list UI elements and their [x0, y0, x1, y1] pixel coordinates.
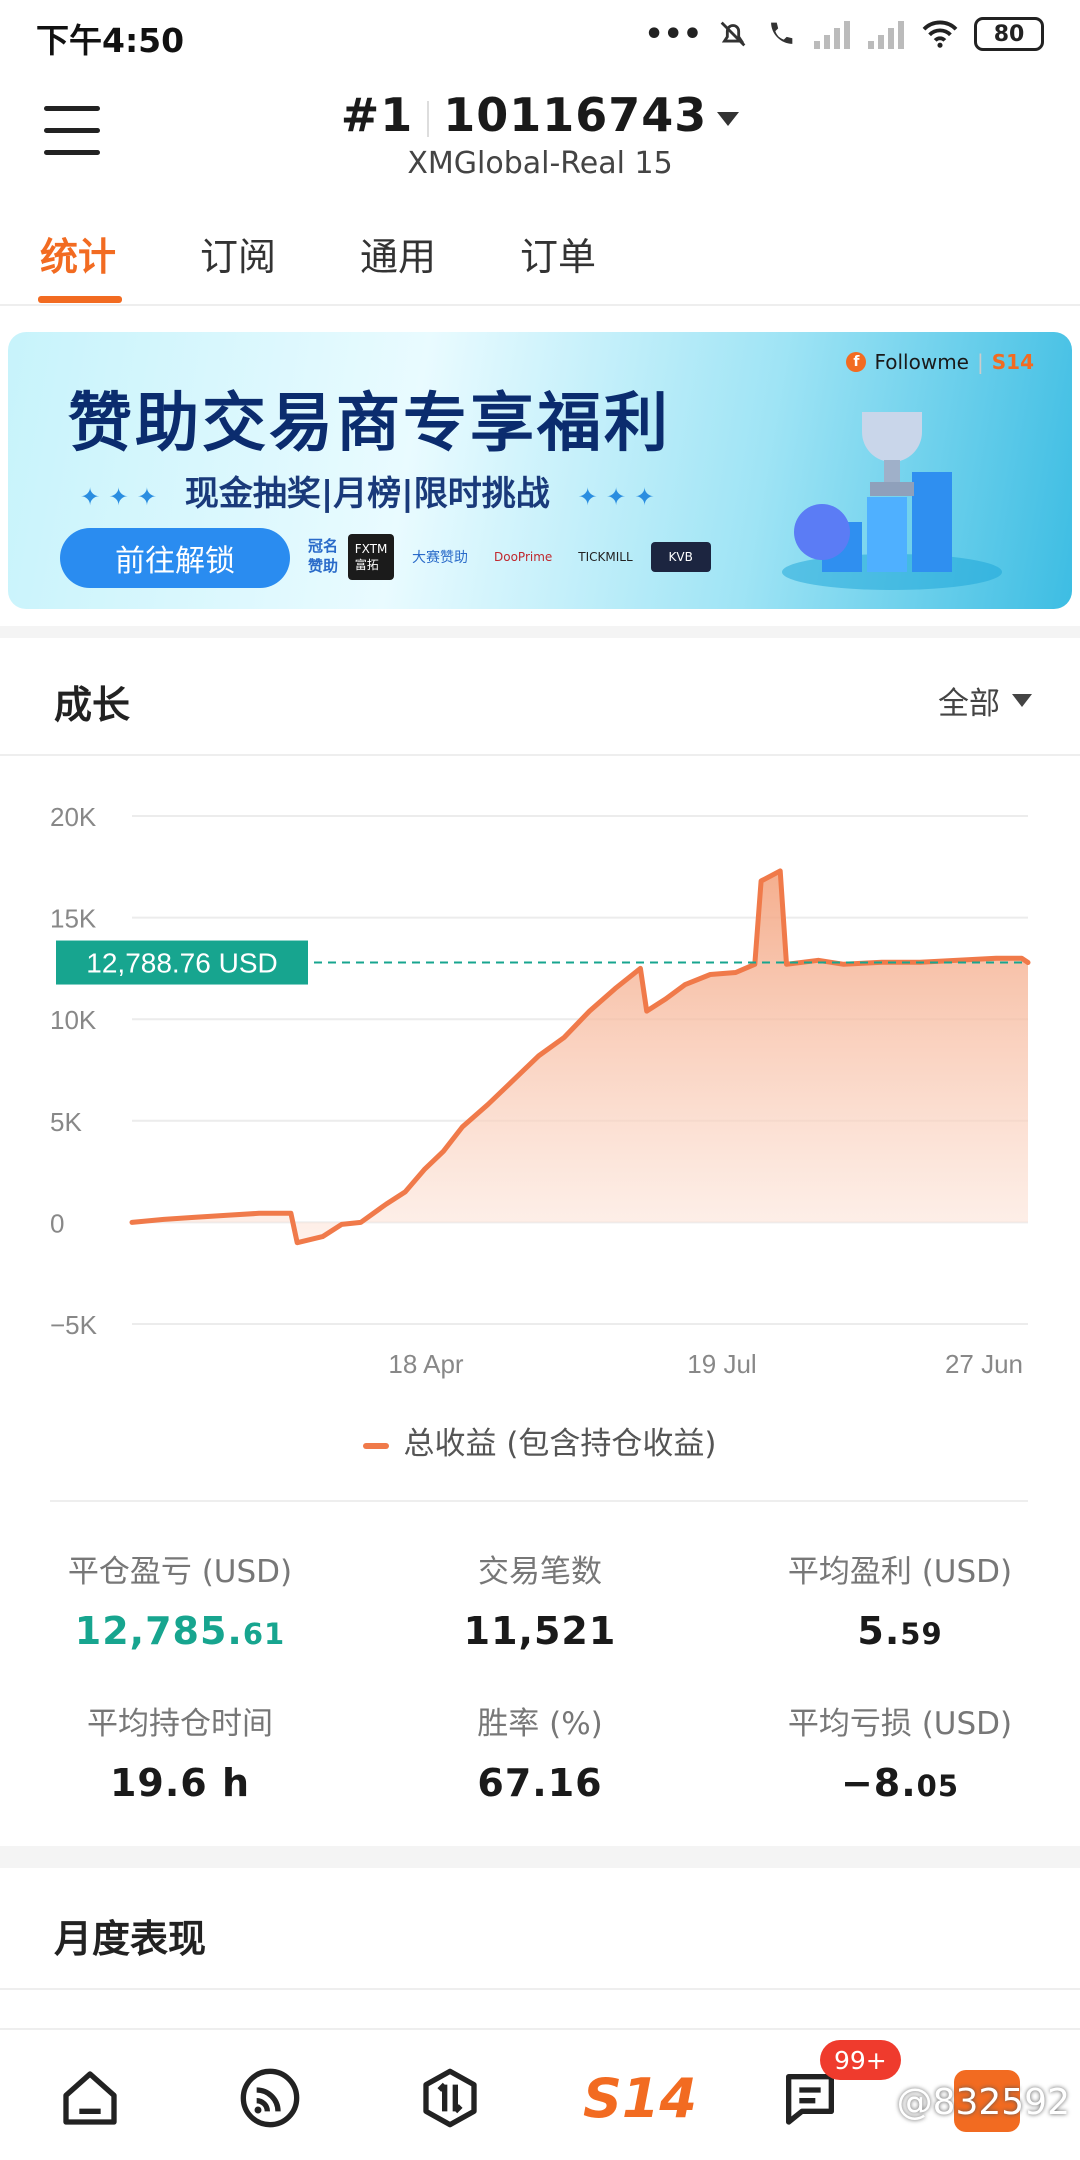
separator [427, 100, 430, 137]
chevron-down-icon [717, 111, 740, 126]
message-badge: 99+ [820, 2040, 901, 2080]
nav-s14[interactable]: S14 [580, 2058, 700, 2138]
stat-label: 交易笔数 [478, 1554, 602, 1590]
legend-swatch [363, 1442, 390, 1449]
stat-value: 67.16 [477, 1761, 603, 1805]
stat-value: −8.05 [840, 1761, 960, 1805]
growth-chart: 12,788.76 USD 20K 15K 10K 5K 0 −5K 18 Apr 19 Ju… [0, 770, 1080, 1470]
section-divider [0, 626, 1080, 638]
stats-divider [50, 1500, 1028, 1502]
tab-subscribe[interactable]: 订阅 [200, 226, 276, 281]
stat-label: 平仓盈亏 (USD) [67, 1554, 293, 1590]
stat-avg-loss: 平均亏损 (USD) −8.05 [720, 1698, 1080, 1805]
sponsor-label: 冠名 赞助 [308, 537, 339, 575]
series-area [132, 870, 1028, 1243]
chart-legend: 总收益 (包含持仓收益) [0, 1418, 1080, 1463]
sponsor-logo-contest: 大赛赞助 [412, 550, 468, 566]
x-tick-label: 19 Jul [687, 1349, 756, 1379]
sparkle-icon: ✦ ✦ ✦ [80, 483, 158, 511]
app-header: #1 10116743 XMGlobal-Real 15 [0, 68, 1080, 198]
active-tab-indicator [38, 296, 122, 303]
legend-label: 总收益 (包含持仓收益) [403, 1426, 717, 1462]
growth-filter-label: 全部 [938, 686, 1000, 722]
stat-label: 平均亏损 (USD) [787, 1706, 1013, 1742]
stat-avg-profit: 平均盈利 (USD) 5.59 [720, 1546, 1080, 1653]
home-icon [63, 2071, 117, 2125]
account-server: XMGlobal-Real 15 [407, 146, 673, 181]
bottom-nav: S14 99+ @832592 [0, 2028, 1080, 2160]
stat-value: 12,785.61 [74, 1609, 286, 1653]
account-rank: #1 [340, 88, 414, 142]
tab-statistics[interactable]: 统计 [40, 226, 116, 281]
signal-icon-2 [868, 21, 904, 49]
banner-brand: f Followme | S14 [846, 350, 1034, 374]
banner-subtitle-row: ✦ ✦ ✦ 现金抽奖|月榜|限时挑战 ✦ ✦ ✦ [80, 466, 655, 515]
stat-value: 19.6 h [109, 1761, 251, 1805]
unlock-button[interactable]: 前往解锁 [60, 528, 290, 588]
sponsor-logo-fxtm: FXTM 富拓 [348, 534, 394, 580]
section-divider [0, 1846, 1080, 1868]
growth-title: 成长 [54, 683, 131, 727]
sparkle-icon: ✦ ✦ ✦ [577, 483, 655, 511]
stat-label: 平均持仓时间 [87, 1706, 273, 1742]
account-selector[interactable]: #1 10116743 [0, 88, 1080, 142]
banner-title: 赞助交易商专享福利 [68, 387, 671, 461]
y-tick-label: 0 [50, 1208, 64, 1238]
tab-bar: 统计 订阅 通用 订单 [0, 212, 1080, 306]
y-tick-label: 10K [50, 1005, 97, 1035]
s14-logo-icon: S14 [582, 2066, 698, 2130]
nav-trade[interactable] [410, 2058, 490, 2138]
stat-value: 11,521 [463, 1609, 617, 1653]
monthly-performance-title: 月度表现 [54, 1917, 207, 1961]
nav-home[interactable] [50, 2058, 130, 2138]
y-tick-label: 20K [50, 802, 97, 832]
growth-chart-svg: 12,788.76 USD 20K 15K 10K 5K 0 −5K 18 Apr 19 Ju… [50, 802, 1031, 1379]
divider [0, 1988, 1080, 1990]
banner-subtitle: 现金抽奖|月榜|限时挑战 [184, 474, 550, 514]
caret-down-icon [1012, 694, 1032, 707]
stat-win-rate: 胜率 (%) 67.16 [360, 1698, 720, 1805]
current-value-label: 12,788.76 USD [86, 948, 277, 979]
y-tick-label: −5K [50, 1310, 98, 1340]
account-id: 10116743 [443, 88, 708, 142]
more-dots-icon: ••• [644, 16, 702, 52]
trophy-illustration-icon [782, 412, 1002, 590]
stat-avg-hold-time: 平均持仓时间 19.6 h [0, 1698, 360, 1805]
y-tick-label: 5K [50, 1107, 82, 1137]
growth-filter-dropdown[interactable]: 全部 [938, 678, 1032, 723]
stat-label: 胜率 (%) [477, 1706, 603, 1742]
status-time: 下午4:50 [36, 21, 185, 60]
sponsor-logo-kvb: KVB [650, 542, 711, 572]
stat-trade-count: 交易笔数 11,521 [360, 1546, 720, 1653]
status-icons: ••• 80 [644, 14, 1044, 54]
sponsor-logo-dooprime: DooPrime [494, 550, 553, 564]
sponsor-logo-tickmill: TICKMILL [578, 550, 633, 564]
banner-brand-s14: S14 [991, 350, 1034, 374]
followme-logo-icon: f [846, 352, 867, 372]
battery-indicator: 80 [974, 17, 1044, 51]
x-tick-label: 27 Jun [945, 1349, 1023, 1379]
banner-brand-name: Followme [874, 350, 969, 374]
bell-muted-icon [720, 21, 746, 47]
wifi-icon [922, 20, 958, 48]
nav-feed[interactable] [230, 2058, 310, 2138]
stat-value: 5.59 [857, 1609, 943, 1653]
tab-orders[interactable]: 订单 [520, 226, 596, 281]
status-bar: 下午4:50 ••• 80 [0, 0, 1080, 68]
sponsor-logos: FXTM 富拓 大赛赞助 DooPrime TICKMILL KVB [348, 534, 711, 580]
call-muted-icon [771, 22, 793, 44]
trade-icon [423, 2068, 477, 2128]
stat-label: 平均盈利 (USD) [787, 1554, 1013, 1590]
growth-header: 成长 全部 [0, 638, 1080, 756]
stat-closed-pnl: 平仓盈亏 (USD) 12,785.61 [0, 1546, 360, 1653]
feed-icon [240, 2068, 300, 2128]
watermark: @832592 [896, 2082, 1070, 2123]
y-tick-label: 15K [50, 904, 97, 934]
x-tick-label: 18 Apr [388, 1349, 464, 1379]
promo-banner[interactable]: f Followme | S14 赞助交易商专享福利 ✦ ✦ ✦ 现金抽奖|月榜… [8, 332, 1072, 609]
tab-general[interactable]: 通用 [360, 226, 436, 281]
signal-icon [814, 21, 850, 49]
